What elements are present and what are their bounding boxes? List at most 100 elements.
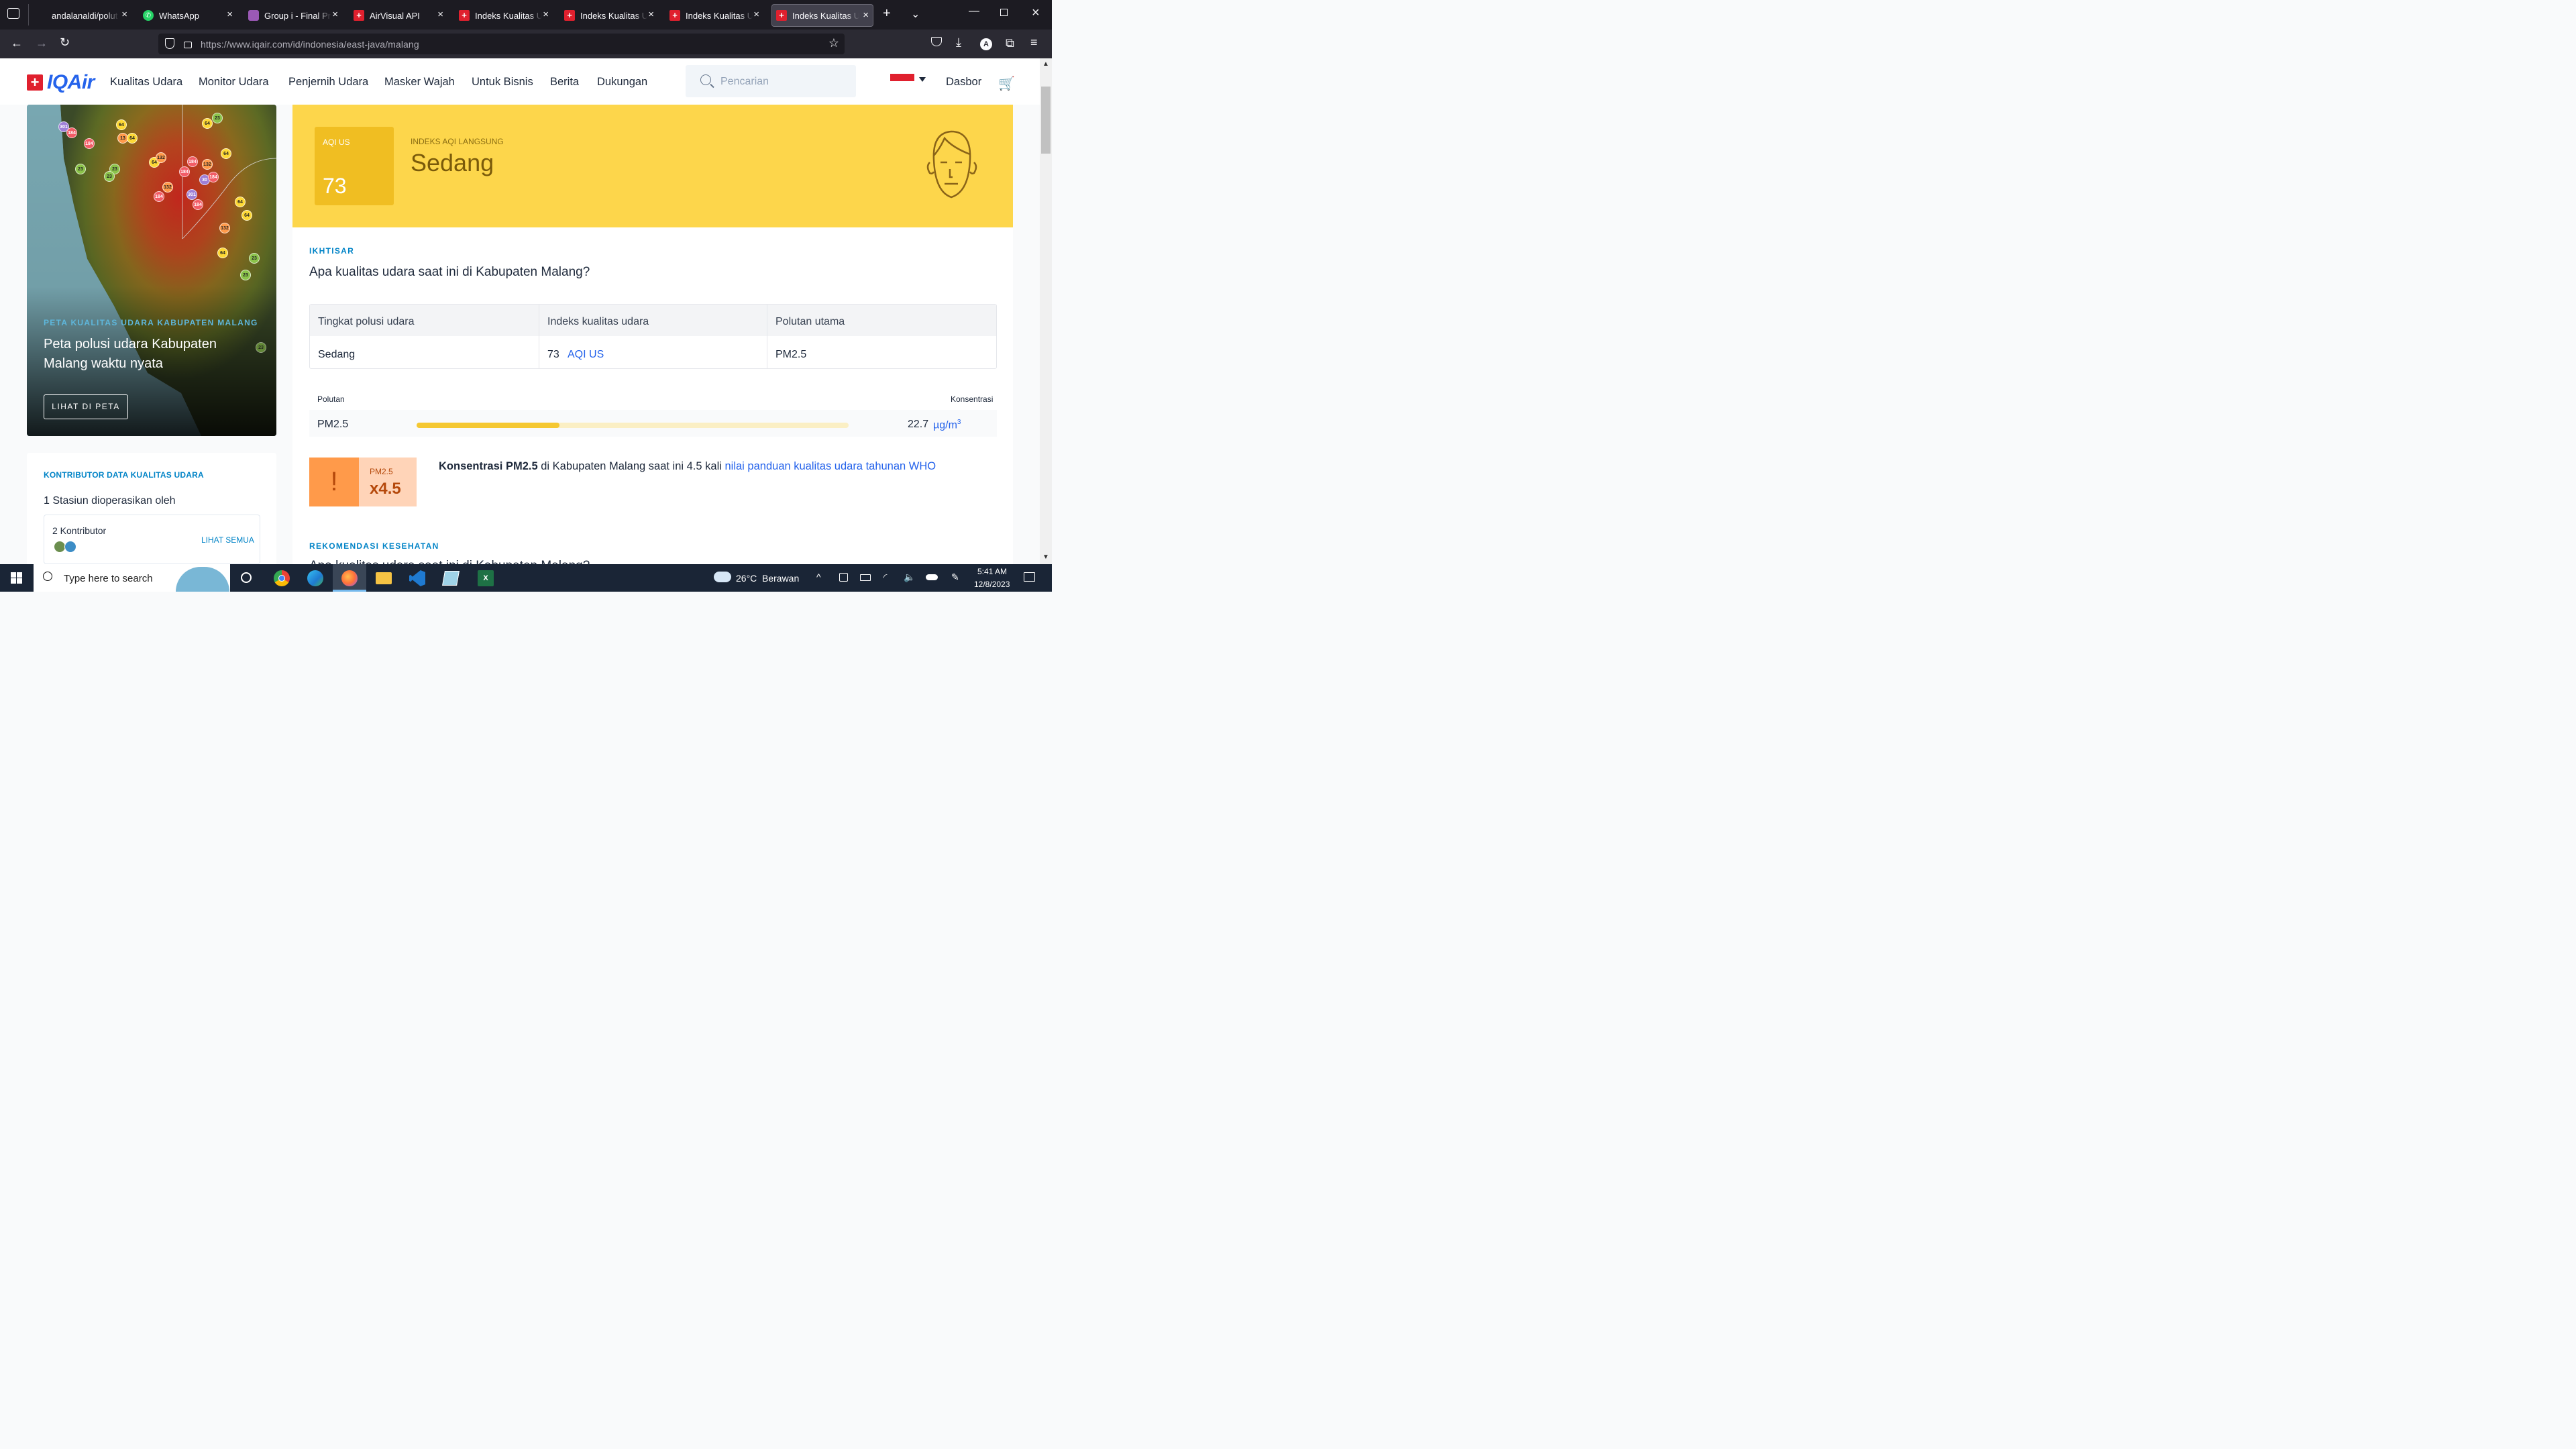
contributors-box[interactable]: 2 Kontributor LIHAT SEMUA: [44, 515, 260, 564]
aqi-marker[interactable]: 64: [241, 210, 252, 221]
tab-indeks-1[interactable]: + Indeks Kualitas Ud ×: [459, 4, 553, 27]
nav-masker-wajah[interactable]: Masker Wajah: [384, 76, 455, 89]
close-tab-icon[interactable]: ×: [332, 9, 338, 20]
firefox-icon[interactable]: [341, 570, 358, 586]
lock-icon[interactable]: [184, 42, 192, 48]
chrome-icon[interactable]: [274, 570, 290, 586]
windows-start-icon[interactable]: [11, 572, 22, 584]
close-tab-icon[interactable]: ×: [121, 9, 127, 20]
nav-dukungan[interactable]: Dukungan: [597, 76, 647, 89]
aqi-marker[interactable]: 23: [104, 171, 115, 182]
chevron-down-icon[interactable]: ⌄: [911, 7, 920, 21]
aqi-marker[interactable]: 64: [127, 133, 138, 144]
caret-down-icon[interactable]: [919, 77, 926, 82]
close-tab-icon[interactable]: ×: [648, 9, 654, 20]
download-icon[interactable]: ⤓: [956, 36, 961, 50]
aqi-marker[interactable]: 184: [154, 191, 164, 202]
aqi-marker[interactable]: 64: [217, 248, 228, 258]
close-tab-icon[interactable]: ×: [543, 9, 549, 20]
aqi-marker[interactable]: 184: [193, 199, 203, 210]
profile-avatar[interactable]: A: [980, 38, 992, 50]
aqi-marker[interactable]: 23: [256, 342, 266, 353]
minimize-icon[interactable]: —: [969, 5, 979, 17]
see-all-link[interactable]: LIHAT SEMUA: [201, 535, 254, 545]
close-tab-icon[interactable]: ×: [863, 9, 869, 21]
language-flag-indonesia[interactable]: [890, 74, 914, 89]
nav-penjernih-udara[interactable]: Penjernih Udara: [288, 76, 368, 89]
shield-icon[interactable]: [165, 38, 174, 49]
weather-temperature[interactable]: 26°C: [736, 573, 757, 584]
taskbar-search-input[interactable]: Type here to search: [64, 573, 153, 584]
task-view-icon[interactable]: [241, 572, 252, 583]
volume-icon[interactable]: 🔈: [904, 572, 915, 583]
tab-list-icon[interactable]: [7, 8, 19, 19]
aqi-marker[interactable]: 23: [212, 113, 223, 123]
aqi-marker[interactable]: 23: [249, 253, 260, 264]
cart-icon[interactable]: 🛒: [998, 75, 1015, 92]
view-map-button[interactable]: LIHAT DI PETA: [44, 394, 128, 419]
excel-icon[interactable]: X: [478, 570, 494, 586]
notification-icon[interactable]: [1024, 572, 1035, 582]
clock-date[interactable]: 12/8/2023: [974, 580, 1010, 589]
tab-whatsapp[interactable]: ✆ WhatsApp ×: [143, 4, 237, 27]
search-field[interactable]: Pencarian: [686, 65, 856, 97]
tab-indeks-2[interactable]: + Indeks Kualitas Ud ×: [564, 4, 658, 27]
new-tab-icon[interactable]: +: [883, 6, 891, 21]
nav-berita[interactable]: Berita: [550, 76, 579, 89]
aqi-unit-link[interactable]: AQI US: [568, 349, 604, 361]
aqi-marker[interactable]: 64: [235, 197, 246, 207]
aqi-marker[interactable]: 132: [219, 223, 230, 233]
nav-untuk-bisnis[interactable]: Untuk Bisnis: [472, 76, 533, 89]
reload-icon[interactable]: ↻: [60, 36, 70, 50]
extensions-icon[interactable]: ⧉: [1006, 36, 1014, 50]
aqi-marker[interactable]: 64: [116, 119, 127, 130]
battery-icon[interactable]: [860, 574, 871, 581]
page-scrollbar[interactable]: ▲ ▼: [1040, 58, 1052, 564]
vscode-icon[interactable]: [409, 570, 425, 586]
aqi-marker[interactable]: 184: [66, 127, 77, 138]
aqi-marker[interactable]: 301: [186, 189, 197, 200]
air-quality-map-card[interactable]: 301 184 184 64 13 64 23 23 23 64 132 184…: [27, 105, 276, 436]
aqi-marker[interactable]: 184: [84, 138, 95, 149]
nav-kualitas-udara[interactable]: Kualitas Udara: [110, 76, 182, 89]
dashboard-link[interactable]: Dasbor: [946, 76, 981, 89]
close-window-icon[interactable]: ×: [1032, 5, 1040, 21]
close-tab-icon[interactable]: ×: [437, 9, 443, 20]
weather-text[interactable]: Berawan: [762, 573, 799, 584]
aqi-marker[interactable]: 23: [240, 270, 251, 280]
weather-cloud-icon[interactable]: [714, 572, 731, 582]
scrollbar-thumb[interactable]: [1041, 87, 1051, 154]
close-tab-icon[interactable]: ×: [227, 9, 233, 20]
tab-airvisual-api[interactable]: + AirVisual API ×: [354, 4, 447, 27]
tab-github[interactable]: andalanaldi/polut ×: [38, 4, 131, 27]
pocket-icon[interactable]: [931, 37, 942, 46]
url-text[interactable]: https://www.iqair.com/id/indonesia/east-…: [201, 39, 419, 50]
url-bar[interactable]: https://www.iqair.com/id/indonesia/east-…: [158, 34, 845, 54]
search-input[interactable]: Pencarian: [720, 76, 769, 88]
forward-icon[interactable]: →: [36, 36, 48, 50]
aqi-marker[interactable]: 64: [202, 118, 213, 129]
bookmark-star-icon[interactable]: ☆: [828, 36, 839, 50]
aqi-marker[interactable]: 184: [187, 156, 198, 167]
pen-icon[interactable]: ✎: [951, 572, 959, 583]
iqair-logo[interactable]: + IQAir: [27, 71, 95, 94]
aqi-marker[interactable]: 184: [208, 172, 219, 182]
edge-icon[interactable]: [307, 570, 323, 586]
who-guideline-link[interactable]: nilai panduan kualitas udara tahunan WHO: [725, 460, 936, 472]
onedrive-icon[interactable]: [926, 574, 938, 580]
meet-now-icon[interactable]: [839, 573, 848, 582]
tab-indeks-active[interactable]: + Indeks Kualitas Ud ×: [771, 4, 873, 27]
wifi-icon[interactable]: ◜: [883, 572, 887, 583]
close-tab-icon[interactable]: ×: [753, 9, 759, 20]
aqi-marker[interactable]: 132: [202, 159, 213, 170]
file-explorer-icon[interactable]: [376, 572, 392, 584]
aqi-marker[interactable]: 132: [156, 152, 166, 163]
nav-monitor-udara[interactable]: Monitor Udara: [199, 76, 269, 89]
tab-trello[interactable]: Group i - Final Pro ×: [248, 4, 342, 27]
aqi-marker[interactable]: 23: [75, 164, 86, 174]
tab-indeks-3[interactable]: + Indeks Kualitas Ud ×: [669, 4, 763, 27]
restore-icon[interactable]: [1000, 9, 1008, 16]
taskbar-search-box[interactable]: Type here to search: [34, 564, 230, 592]
aqi-marker[interactable]: 64: [221, 148, 231, 159]
notepad-icon[interactable]: [442, 571, 460, 586]
